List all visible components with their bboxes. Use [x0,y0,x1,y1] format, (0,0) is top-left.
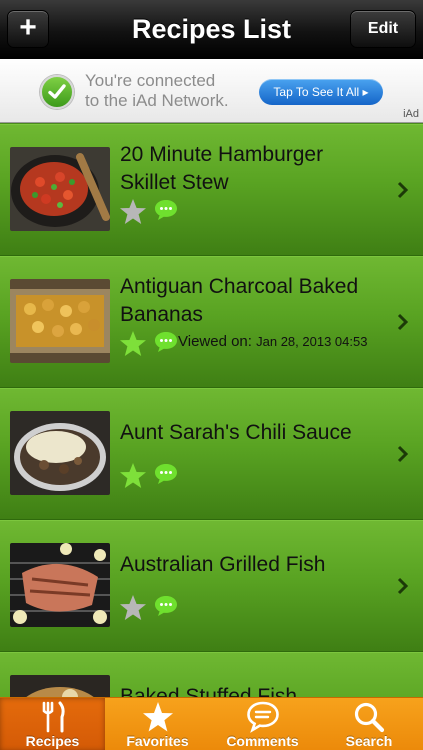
comment-icon[interactable] [154,331,178,353]
comment-icon[interactable] [154,463,178,485]
recipe-title-line2: Skillet Stew [120,171,229,194]
viewed-label: Viewed on: [178,333,252,350]
star-icon [142,702,173,732]
magnifier-icon [354,702,385,733]
ad-cta-button[interactable]: Tap To See It All ▸ [259,79,383,105]
recipe-row[interactable]: Baked Stuffed Fish [0,652,423,697]
recipe-title: Baked Stuffed Fish [120,683,390,697]
tab-comments[interactable]: Comments [210,698,315,750]
recipe-thumbnail [10,147,110,231]
tab-label: Comments [226,733,299,749]
fork-knife-icon [42,701,65,733]
recipe-title-line1: Australian Grilled Fish [120,553,326,576]
star-icon[interactable] [119,462,147,489]
tab-recipes[interactable]: Recipes [0,698,105,750]
recipe-title: Australian Grilled Fish [120,551,390,579]
chevron-right-icon [397,181,409,199]
recipe-row[interactable]: Aunt Sarah's Chili Sauce [0,388,423,520]
iad-label: iAd [403,108,419,120]
navigation-bar: + Recipes List Edit [0,0,423,59]
ad-message: You're connected to the iAd Network. [85,71,229,111]
star-icon[interactable] [119,198,147,225]
recipe-title-line1: 20 Minute Hamburger [120,143,324,166]
edit-button[interactable]: Edit [350,10,416,48]
tab-search[interactable]: Search [315,698,423,750]
viewed-date: Jan 28, 2013 04:53 [256,334,368,349]
tab-label: Recipes [25,733,80,749]
tab-favorites[interactable]: Favorites [105,698,210,750]
tab-label: Favorites [126,733,189,749]
comment-icon[interactable] [154,595,178,617]
iad-banner[interactable]: You're connected to the iAd Network. Tap… [0,59,423,123]
ad-message-line2: to the iAd Network. [85,91,229,110]
recipe-title-line1: Baked Stuffed Fish [120,685,298,697]
ad-message-line1: You're connected [85,71,216,90]
chevron-right-icon [397,445,409,463]
recipe-row[interactable]: Australian Grilled Fish [0,520,423,652]
checkmark-icon [40,75,74,109]
tab-label: Search [345,733,393,749]
speech-bubble-icon [246,701,279,733]
recipe-thumbnail [10,411,110,495]
viewed-on-text: Viewed on: Jan 28, 2013 04:53 [178,333,367,350]
chevron-right-icon [397,577,409,595]
recipe-row[interactable]: Antiguan Charcoal Baked Bananas Viewed o… [0,256,423,388]
star-icon[interactable] [119,330,147,357]
recipe-thumbnail [10,543,110,627]
recipe-list[interactable]: 20 Minute Hamburger Skillet Stew Antigua… [0,124,423,697]
recipe-thumbnail [10,279,110,363]
recipe-thumbnail [10,675,110,697]
recipe-title: 20 Minute Hamburger Skillet Stew [120,141,390,197]
recipe-title: Aunt Sarah's Chili Sauce [120,419,390,447]
recipe-title: Antiguan Charcoal Baked Bananas [120,273,390,329]
star-icon[interactable] [119,594,147,621]
tab-bar: Recipes Favorites Comments Search [0,697,423,750]
recipe-title-line1: Antiguan Charcoal Baked [120,275,359,298]
recipe-title-line2: Bananas [120,303,203,326]
chevron-right-icon [397,313,409,331]
recipe-title-line1: Aunt Sarah's Chili Sauce [120,421,352,444]
comment-icon[interactable] [154,199,178,221]
recipe-row[interactable]: 20 Minute Hamburger Skillet Stew [0,124,423,256]
